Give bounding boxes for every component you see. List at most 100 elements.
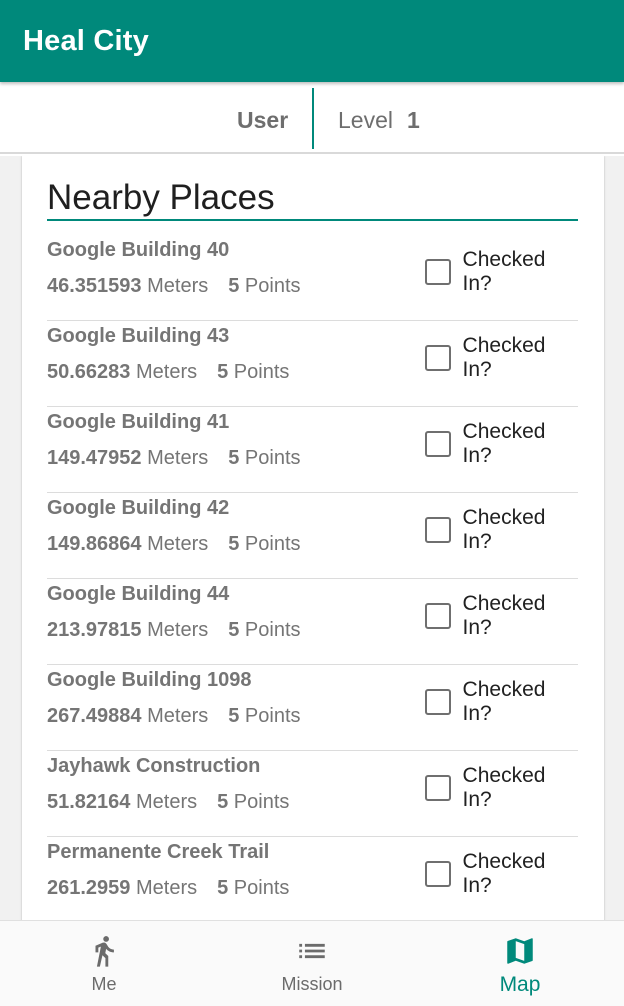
place-distance: 261.2959 bbox=[47, 877, 131, 899]
checkbox-box[interactable] bbox=[425, 431, 451, 457]
place-distance: 267.49884 bbox=[47, 705, 142, 727]
place-name: Google Building 43 bbox=[47, 325, 230, 347]
nearby-places-title: Nearby Places bbox=[47, 178, 275, 217]
checkbox-label[interactable]: Checked In? bbox=[463, 506, 578, 554]
checkbox-box[interactable] bbox=[425, 259, 451, 285]
checked-in-checkbox[interactable]: Checked In? bbox=[425, 678, 578, 725]
user-level-divider bbox=[312, 88, 314, 149]
place-meta: 46.351593 Meters 5 Points bbox=[47, 275, 301, 298]
place-distance: 51.82164 bbox=[47, 791, 131, 813]
checked-in-checkbox[interactable]: Checked In? bbox=[425, 506, 578, 553]
app-bar: Heal City bbox=[0, 0, 624, 82]
checkbox-box[interactable] bbox=[425, 345, 451, 371]
checkbox-label[interactable]: Checked In? bbox=[463, 334, 578, 382]
place-row: Google Building 40 46.351593 Meters 5 Poi… bbox=[47, 235, 578, 321]
place-name: Google Building 44 bbox=[47, 583, 230, 605]
place-meta: 261.2959 Meters 5 Points bbox=[47, 877, 289, 900]
bottom-navigation: Me Mission Map bbox=[0, 920, 624, 1006]
points-unit: Points bbox=[244, 619, 301, 641]
meters-unit: Meters bbox=[135, 791, 198, 813]
checkbox-box[interactable] bbox=[425, 603, 451, 629]
place-name: Google Building 42 bbox=[47, 497, 230, 519]
checkbox-label[interactable]: Checked In? bbox=[463, 764, 578, 812]
place-points: 5 bbox=[228, 447, 240, 469]
checkbox-label[interactable]: Checked In? bbox=[463, 678, 578, 726]
place-points: 5 bbox=[228, 705, 240, 727]
level-value: 1 bbox=[407, 107, 420, 133]
nav-item-me[interactable]: Me bbox=[0, 921, 208, 1006]
meters-unit: Meters bbox=[135, 877, 198, 899]
checkbox-box[interactable] bbox=[425, 861, 451, 887]
place-name: Permanente Creek Trail bbox=[47, 841, 270, 863]
level-label: Level bbox=[338, 107, 393, 133]
meters-unit: Meters bbox=[147, 619, 209, 641]
place-row: Google Building 42 149.86864 Meters 5 Poi… bbox=[47, 493, 578, 579]
place-meta: 267.49884 Meters 5 Points bbox=[47, 705, 301, 728]
points-unit: Points bbox=[233, 361, 290, 383]
points-unit: Points bbox=[244, 275, 301, 297]
points-unit: Points bbox=[233, 791, 290, 813]
checkbox-box[interactable] bbox=[425, 775, 451, 801]
place-meta: 149.47952 Meters 5 Points bbox=[47, 447, 301, 470]
place-points: 5 bbox=[228, 619, 240, 641]
place-row: Google Building 43 50.66283 Meters 5 Poin… bbox=[47, 321, 578, 407]
place-row: Jayhawk Construction 51.82164 Meters 5 Po… bbox=[47, 751, 578, 837]
checkbox-box[interactable] bbox=[425, 517, 451, 543]
nearby-places-heading: Nearby Places bbox=[47, 176, 578, 221]
checkbox-label[interactable]: Checked In? bbox=[463, 248, 578, 296]
checkbox-label[interactable]: Checked In? bbox=[463, 420, 578, 468]
place-distance: 46.351593 bbox=[47, 275, 142, 297]
nav-label-me[interactable]: Me bbox=[0, 974, 208, 995]
checked-in-checkbox[interactable]: Checked In? bbox=[425, 850, 578, 897]
place-name: Google Building 41 bbox=[47, 411, 230, 433]
place-meta: 50.66283 Meters 5 Points bbox=[47, 361, 289, 384]
place-distance: 213.97815 bbox=[47, 619, 142, 641]
place-name: Google Building 40 bbox=[47, 239, 230, 261]
place-row: Google Building 41 149.47952 Meters 5 Poi… bbox=[47, 407, 578, 493]
checked-in-checkbox[interactable]: Checked In? bbox=[425, 764, 578, 811]
place-points: 5 bbox=[228, 533, 240, 555]
app-title: Heal City bbox=[23, 24, 149, 57]
user-label[interactable]: User bbox=[237, 107, 288, 134]
meters-unit: Meters bbox=[135, 361, 198, 383]
checked-in-checkbox[interactable]: Checked In? bbox=[425, 420, 578, 467]
checkbox-box[interactable] bbox=[425, 689, 451, 715]
nav-label-mission[interactable]: Mission bbox=[208, 974, 416, 995]
nav-item-mission[interactable]: Mission bbox=[208, 921, 416, 1006]
points-unit: Points bbox=[233, 877, 290, 899]
checkbox-label[interactable]: Checked In? bbox=[463, 592, 578, 640]
checked-in-checkbox[interactable]: Checked In? bbox=[425, 334, 578, 381]
nav-label-map[interactable]: Map bbox=[416, 973, 624, 997]
place-points: 5 bbox=[217, 877, 229, 899]
meters-unit: Meters bbox=[147, 705, 209, 727]
place-distance: 149.47952 bbox=[47, 447, 142, 469]
place-meta: 51.82164 Meters 5 Points bbox=[47, 791, 289, 814]
nav-item-map[interactable]: Map bbox=[416, 921, 624, 1006]
place-meta: 213.97815 Meters 5 Points bbox=[47, 619, 301, 642]
place-distance: 149.86864 bbox=[47, 533, 142, 555]
walking-person-icon bbox=[95, 936, 114, 967]
place-points: 5 bbox=[217, 791, 229, 813]
place-meta: 149.86864 Meters 5 Points bbox=[47, 533, 301, 556]
place-points: 5 bbox=[217, 361, 229, 383]
user-level-bar: User Level 1 bbox=[0, 82, 624, 154]
place-row: Google Building 1098 267.49884 Meters 5 P… bbox=[47, 665, 578, 751]
place-row: Permanente Creek Trail 261.2959 Meters 5 … bbox=[47, 837, 578, 920]
place-row: Google Building 44 213.97815 Meters 5 Poi… bbox=[47, 579, 578, 665]
checked-in-checkbox[interactable]: Checked In? bbox=[425, 592, 578, 639]
place-name: Google Building 1098 bbox=[47, 669, 252, 691]
points-unit: Points bbox=[244, 533, 301, 555]
meters-unit: Meters bbox=[147, 447, 209, 469]
points-unit: Points bbox=[244, 447, 301, 469]
content-area[interactable]: Nearby Places Google Building 40 46.3515… bbox=[0, 156, 624, 920]
place-points: 5 bbox=[228, 275, 240, 297]
meters-unit: Meters bbox=[147, 275, 209, 297]
place-distance: 50.66283 bbox=[47, 361, 131, 383]
nearby-places-card: Nearby Places Google Building 40 46.3515… bbox=[22, 156, 604, 920]
points-unit: Points bbox=[244, 705, 301, 727]
checkbox-label[interactable]: Checked In? bbox=[463, 850, 578, 898]
map-icon bbox=[507, 938, 533, 964]
list-icon bbox=[299, 943, 325, 959]
checked-in-checkbox[interactable]: Checked In? bbox=[425, 248, 578, 295]
place-name: Jayhawk Construction bbox=[47, 755, 261, 777]
